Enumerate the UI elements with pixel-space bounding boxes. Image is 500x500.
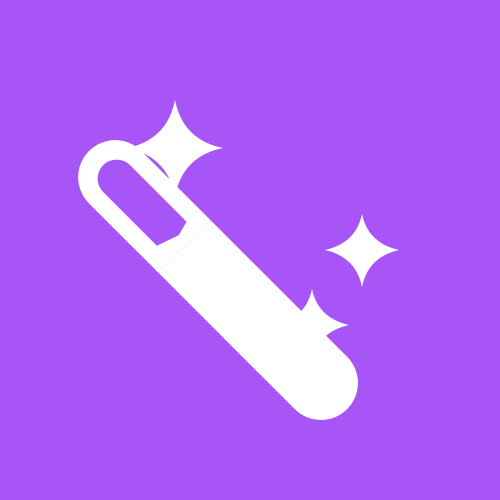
magic-wand-icon <box>78 140 358 420</box>
app-icon-tile <box>0 0 500 500</box>
magic-wand-sparkles-icon <box>78 100 399 420</box>
sparkle-medium-icon <box>325 214 399 287</box>
sparkle-large-icon <box>127 100 223 196</box>
